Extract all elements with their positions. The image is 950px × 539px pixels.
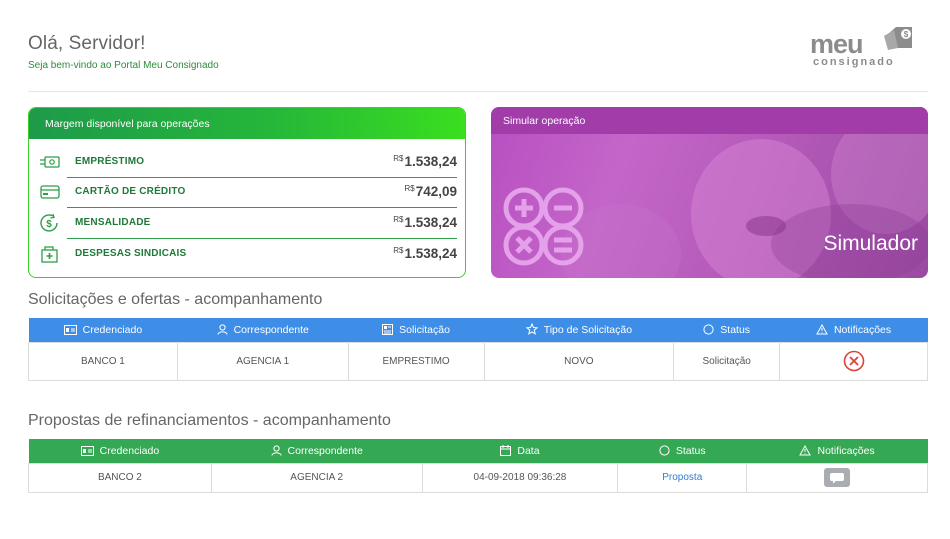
cell-credenciado: BANCO 2 [28,462,212,493]
col-tipo[interactable]: Tipo de Solicitação [484,318,674,342]
dollar-cycle-icon: $ [39,213,61,233]
col-status[interactable]: Status [673,318,780,342]
margin-row-value: R$742,09 [404,184,457,199]
cell-correspondente: AGENCIA 2 [210,462,423,493]
chat-button[interactable] [824,468,851,487]
col-notificacoes[interactable]: Notificações [746,439,928,463]
table-header-row: Credenciado Correspondente Solicitação T… [28,318,928,342]
margin-row-value: R$1.538,24 [393,154,457,169]
margin-card-title: Margem disponível para operações [29,108,465,139]
cell-status: Proposta [617,462,748,493]
margin-row-emprestimo[interactable]: EMPRÉSTIMO R$1.538,24 [37,146,457,177]
cell-notificacao [746,462,928,493]
cell-correspondente: AGENCIA 1 [176,341,349,381]
page-subtitle: Seja bem-vindo ao Portal Meu Consignado [28,60,219,71]
requests-table: Credenciado Correspondente Solicitação T… [28,318,928,381]
status-link[interactable]: Proposta [662,472,702,483]
warning-icon [799,444,812,456]
margin-row-label: MENSALIDADE [75,217,151,228]
form-icon [382,323,394,335]
margin-row-label: EMPRÉSTIMO [75,156,145,167]
requests-section-title: Solicitações e ofertas - acompanhamento [28,291,323,308]
circle-icon [659,445,670,456]
col-credenciado[interactable]: Credenciado [28,318,178,342]
credit-card-icon [39,182,61,202]
margin-row-value: R$1.538,24 [393,246,457,261]
calendar-icon [500,444,512,456]
col-correspondente[interactable]: Correspondente [211,439,423,463]
col-solicitacao[interactable]: Solicitação [348,318,484,342]
union-docs-icon [39,244,61,264]
svg-text:$: $ [46,219,52,230]
svg-text:$: $ [904,30,909,39]
people-photo-image [503,134,928,278]
col-status[interactable]: Status [617,439,747,463]
col-correspondente[interactable]: Correspondente [177,318,349,342]
col-data[interactable]: Data [422,439,618,463]
header-divider [28,91,928,92]
col-credenciado[interactable]: Credenciado [28,439,212,463]
cell-credenciado: BANCO 1 [28,341,178,381]
margin-row-value: R$1.538,24 [393,215,457,230]
logo-sub: consignado [813,56,895,68]
cell-data: 04-09-2018 09:36:28 [421,462,619,493]
chat-bubble-icon [830,473,845,484]
proposals-table: Credenciado Correspondente Data Status N… [28,439,928,493]
close-circle-icon[interactable] [843,350,865,372]
user-icon [217,324,228,335]
margin-card: Margem disponível para operações EMPRÉST… [28,107,466,278]
user-icon [271,445,282,456]
circle-icon [703,324,714,335]
margin-row-despesas[interactable]: DESPESAS SINDICAIS R$1.538,24 [37,238,457,269]
margin-row-label: DESPESAS SINDICAIS [75,248,187,259]
margin-row-mensalidade[interactable]: $ MENSALIDADE R$1.538,24 [37,207,457,238]
money-icon [39,152,61,172]
simulator-card[interactable]: Simular operação Simulador [491,107,928,278]
simulator-card-head: Simular operação [491,107,928,134]
page-title: Olá, Servidor! [28,33,146,54]
cell-notificacao [779,341,928,381]
cell-solicitacao: EMPRESTIMO [347,341,485,381]
logo-wallet-icon: $ [884,27,912,50]
simulator-title: Simulador [823,232,918,255]
star-icon [525,323,538,336]
greeting: Olá, Servidor! Seja bem-vindo ao Portal … [28,33,219,71]
id-card-icon [80,445,94,456]
margin-row-label: CARTÃO DE CRÉDITO [75,186,186,197]
table-header-row: Credenciado Correspondente Data Status N… [28,439,928,463]
logo[interactable]: meu consignado $ [810,22,920,70]
id-card-icon [63,324,77,335]
warning-icon [816,323,828,335]
table-row[interactable]: BANCO 2 AGENCIA 2 04-09-2018 09:36:28 Pr… [28,462,928,493]
col-notificacoes[interactable]: Notificações [779,318,928,342]
table-row[interactable]: BANCO 1 AGENCIA 1 EMPRESTIMO NOVO Solici… [28,341,928,381]
margin-row-cartao[interactable]: CARTÃO DE CRÉDITO R$742,09 [37,176,457,207]
cell-tipo: NOVO [483,341,675,381]
proposals-section-title: Propostas de refinanciamentos - acompanh… [28,412,391,429]
cell-status: Solicitação [673,341,781,381]
